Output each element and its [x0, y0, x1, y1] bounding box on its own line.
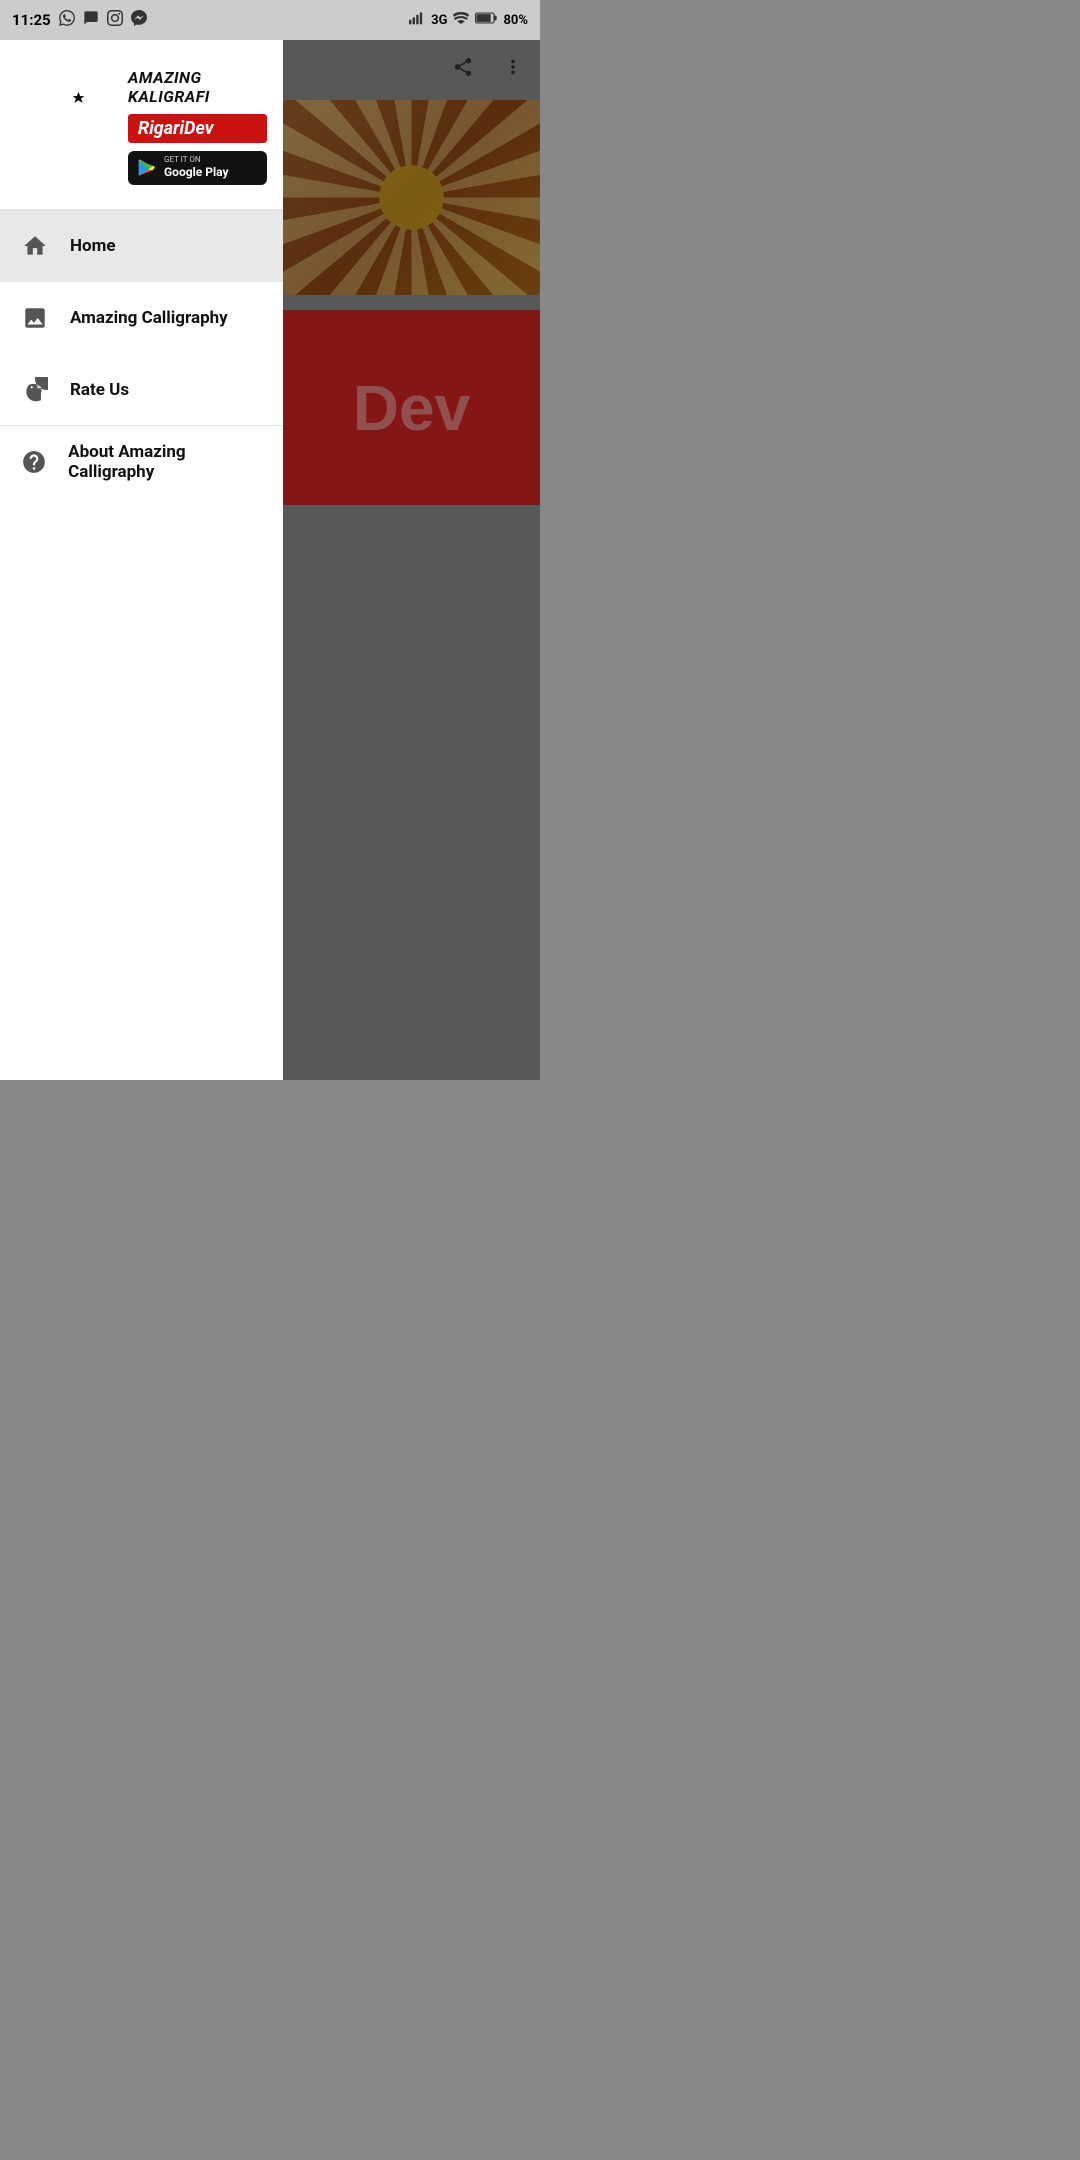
status-right: 3G 80%: [409, 11, 528, 29]
nav-item-home[interactable]: Home: [0, 210, 283, 282]
nav-item-about[interactable]: About Amazing Calligraphy: [0, 426, 283, 498]
rigari-label: RigariDev: [138, 118, 214, 139]
whatsapp-icon: [59, 10, 75, 30]
wifi-icon: [453, 12, 469, 28]
android-icon: [20, 375, 50, 405]
drawer-header: الله AMAZING KALIGRAFI RigariDev: [0, 40, 283, 210]
messenger-icon: [131, 10, 147, 30]
nav-label-home: Home: [70, 236, 116, 256]
nav-label-about: About Amazing Calligraphy: [68, 442, 263, 482]
rigari-badge: RigariDev: [128, 114, 267, 143]
header-info: AMAZING KALIGRAFI RigariDev: [128, 68, 267, 185]
battery-icon: [475, 12, 497, 28]
network-type: 3G: [431, 13, 447, 28]
nav-item-amazing-calligraphy[interactable]: Amazing Calligraphy: [0, 282, 283, 354]
play-store-icon: [136, 157, 158, 179]
status-bar: 11:25 3G: [0, 0, 540, 40]
google-play-text: GET IT ON Google Play: [164, 155, 229, 181]
nav-label-amazing-calligraphy: Amazing Calligraphy: [70, 308, 228, 328]
message-icon: [83, 10, 99, 30]
image-icon: [20, 303, 50, 333]
get-it-label: GET IT ON: [164, 155, 229, 165]
home-icon: [20, 231, 50, 261]
app-title: AMAZING KALIGRAFI: [128, 68, 267, 106]
battery-percent: 80%: [503, 13, 528, 28]
svg-text:الله: الله: [31, 115, 65, 141]
app-logo: الله: [16, 77, 116, 177]
google-play-badge[interactable]: GET IT ON Google Play: [128, 151, 267, 185]
signal-icon: [409, 11, 425, 29]
nav-label-rate-us: Rate Us: [70, 380, 129, 400]
status-left: 11:25: [12, 10, 147, 30]
nav-item-rate-us[interactable]: Rate Us: [0, 354, 283, 426]
google-play-label: Google Play: [164, 165, 229, 181]
drawer-overlay: [283, 40, 540, 1080]
help-icon: [20, 447, 48, 477]
navigation-drawer: الله AMAZING KALIGRAFI RigariDev: [0, 40, 283, 1080]
status-time: 11:25: [12, 11, 51, 29]
instagram-icon: [107, 10, 123, 30]
